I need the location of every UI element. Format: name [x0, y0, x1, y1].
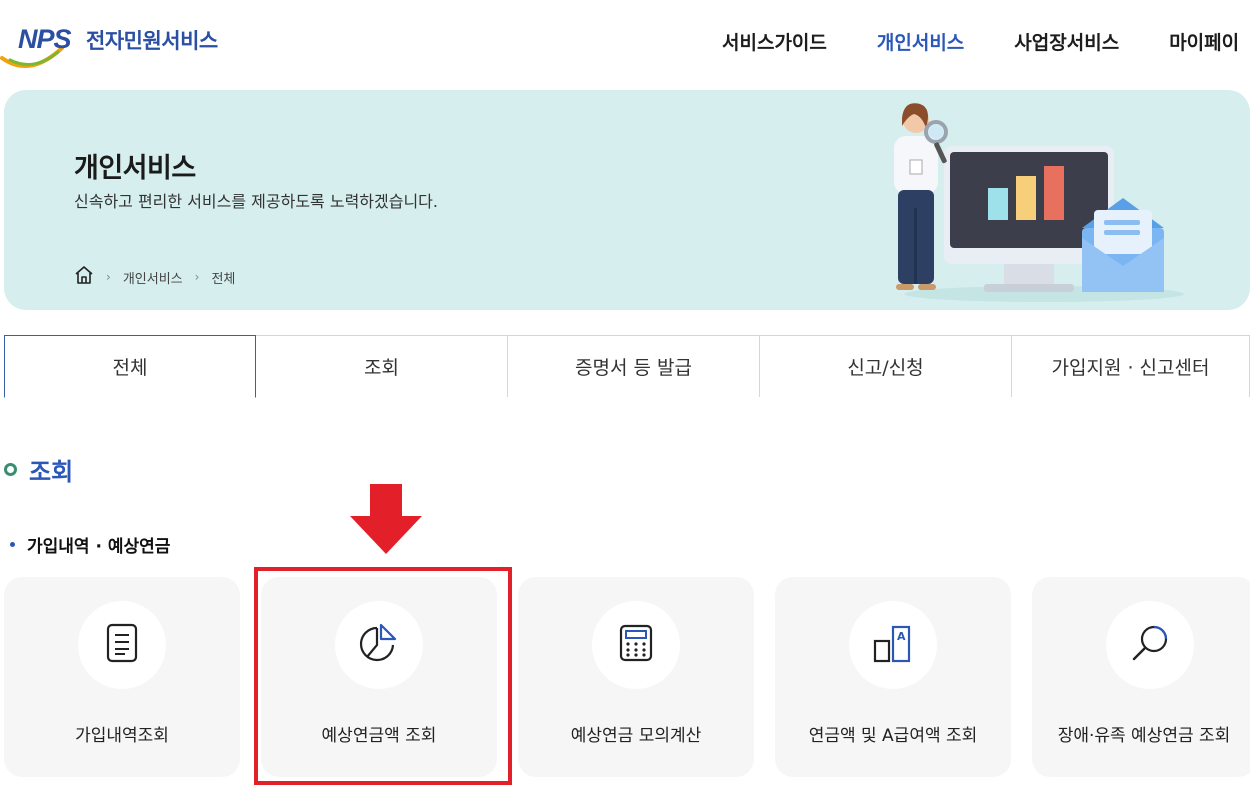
section-title: 조회 [4, 452, 73, 487]
global-nav: 서비스가이드 개인서비스 사업장서비스 마이페이 [722, 28, 1250, 55]
nav-business-service[interactable]: 사업장서비스 [1014, 28, 1119, 55]
card-label: 가입내역조회 [75, 726, 169, 746]
service-card-disability-survivor[interactable]: 장애·유족 예상연금 조회 [1032, 577, 1250, 777]
nav-personal-service[interactable]: 개인서비스 [877, 28, 964, 55]
breadcrumb-item[interactable]: 개인서비스 [123, 268, 183, 287]
category-tabs: 전체 조회 증명서 등 발급 신고/신청 가입지원 · 신고센터 [4, 335, 1250, 398]
subsection-title-text: 가입내역 · 예상연금 [27, 537, 171, 557]
document-icon [105, 623, 139, 667]
logo[interactable]: NPS 전자민원서비스 [0, 20, 218, 70]
tab-report-apply[interactable]: 신고/신청 [760, 335, 1012, 397]
chevron-right-icon: › [106, 270, 111, 284]
breadcrumb-item-current: 전체 [211, 271, 236, 287]
highlight-box [254, 567, 512, 785]
tab-inquiry[interactable]: 조회 [256, 335, 508, 397]
circle-bullet-icon [4, 463, 17, 476]
chevron-right-icon: › [194, 270, 200, 284]
logo-service-text: 전자민원서비스 [86, 29, 218, 53]
breadcrumb: › 개인서비스 › 전체 [74, 266, 235, 288]
subsection-title: 가입내역 · 예상연금 [10, 532, 170, 557]
arrow-down-icon [350, 484, 422, 554]
section-title-text: 조회 [29, 458, 74, 486]
card-label: 연금액 및 A급여액 조회 [808, 726, 978, 746]
nav-service-guide[interactable]: 서비스가이드 [722, 28, 827, 55]
service-card-pension-simulation[interactable]: 예상연금 모의계산 [518, 577, 754, 777]
card-label: 예상연금 모의계산 [570, 726, 702, 746]
a-chart-icon: A [873, 623, 913, 667]
magnifier-icon [1130, 623, 1170, 667]
calculator-icon [619, 624, 653, 666]
dot-bullet-icon [10, 542, 15, 547]
svg-text:A: A [897, 630, 906, 643]
service-card-pension-a-benefit[interactable]: A 연금액 및 A급여액 조회 [775, 577, 1011, 777]
nav-mypage[interactable]: 마이페이 [1169, 28, 1239, 55]
tab-join-support[interactable]: 가입지원 · 신고센터 [1012, 335, 1250, 397]
page-banner: 개인서비스 신속하고 편리한 서비스를 제공하도록 노력하겠습니다. › 개인서… [4, 90, 1250, 310]
page-title: 개인서비스 [74, 153, 196, 184]
card-label: 장애·유족 예상연금 조회 [1057, 726, 1231, 746]
service-card-join-history[interactable]: 가입내역조회 [4, 577, 240, 777]
logo-text: NPS [18, 24, 72, 54]
banner-illustration [894, 103, 1184, 302]
tab-all[interactable]: 전체 [4, 335, 256, 398]
home-icon[interactable] [74, 266, 94, 288]
page-subtitle: 신속하고 편리한 서비스를 제공하도록 노력하겠습니다. [74, 192, 438, 211]
nps-logo-mark: NPS [0, 20, 80, 70]
header: NPS 전자민원서비스 서비스가이드 개인서비스 사업장서비스 마이페이 [0, 0, 1250, 84]
tab-certificate[interactable]: 증명서 등 발급 [508, 335, 760, 397]
